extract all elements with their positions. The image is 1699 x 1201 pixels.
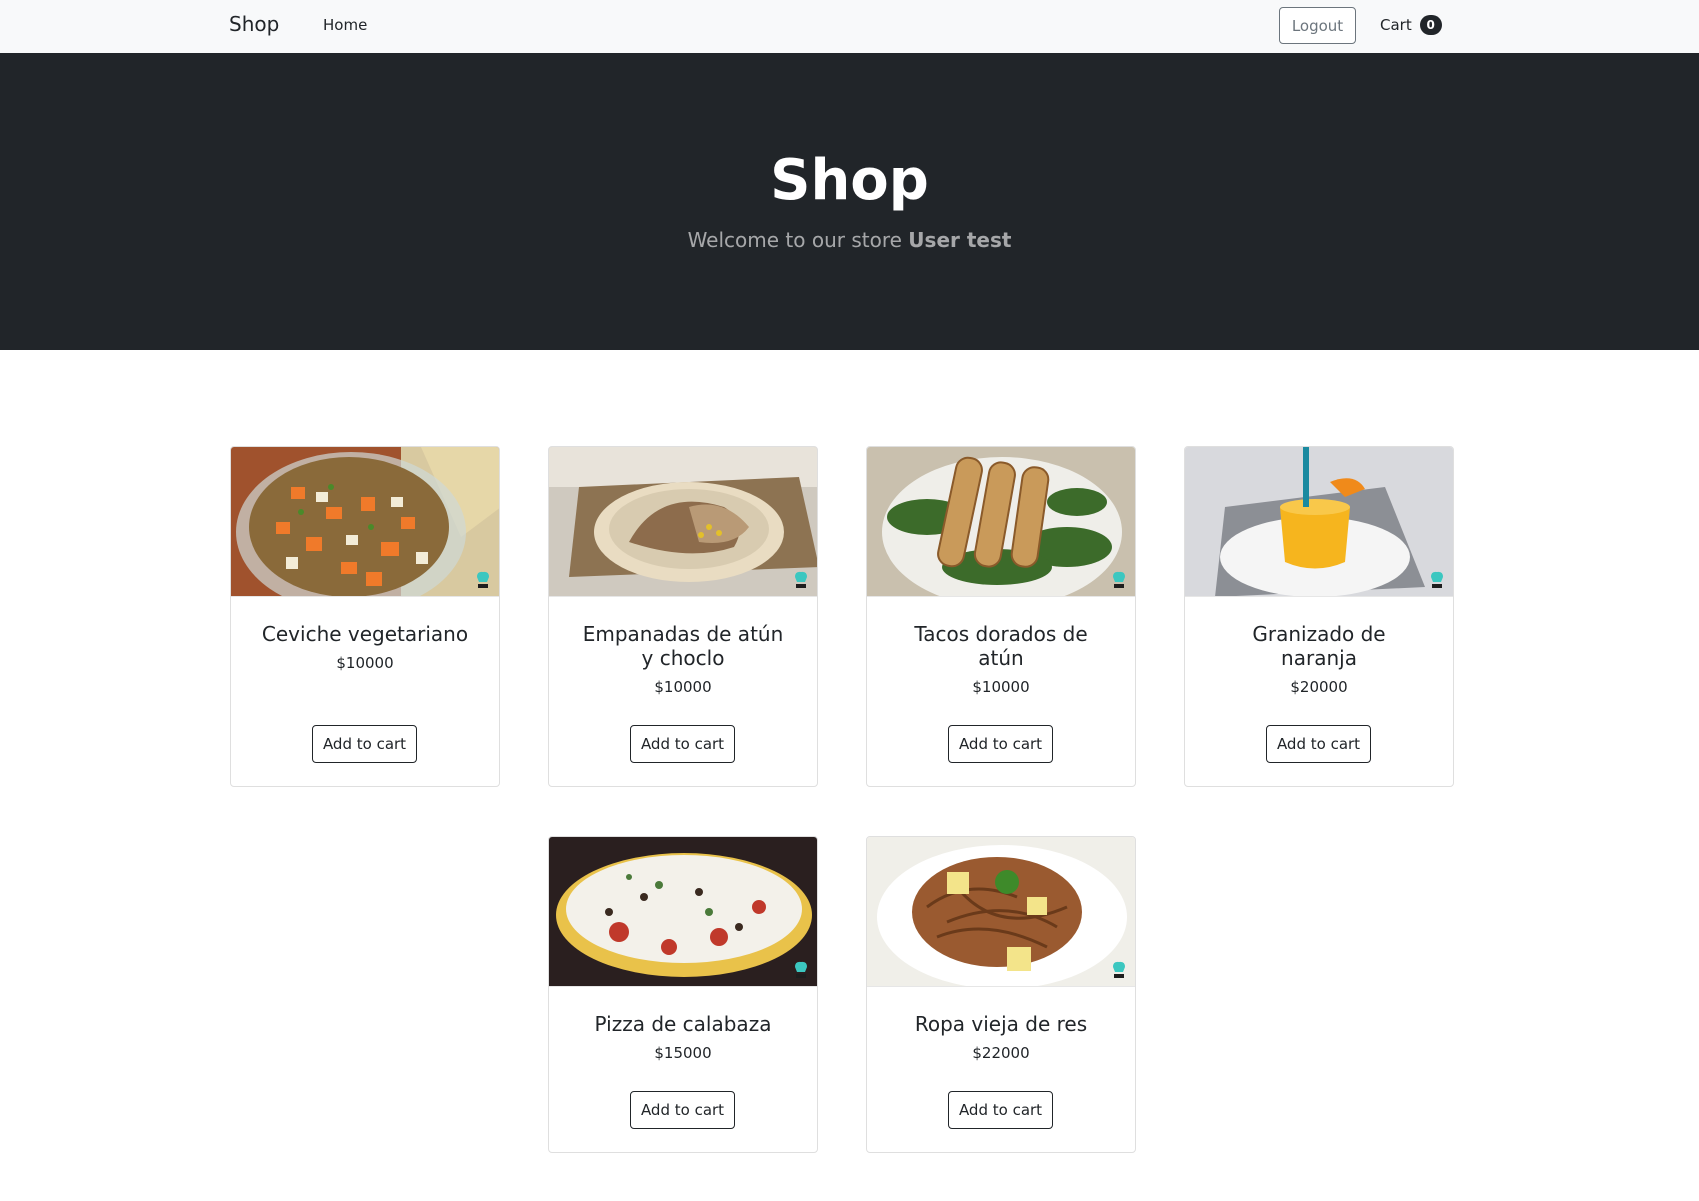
logout-button[interactable]: Logout [1279, 7, 1356, 44]
product-name: Granizado de naranja [1252, 622, 1386, 670]
chef-hat-icon [795, 961, 807, 978]
product-price: $22000 [972, 1044, 1030, 1062]
product-card: Tacos dorados de atún $10000 Add to cart [866, 446, 1136, 787]
add-to-cart-button[interactable]: Add to cart [948, 725, 1053, 763]
product-price: $20000 [1290, 678, 1348, 696]
granizado-image[interactable] [1185, 447, 1453, 597]
chef-hat-icon [795, 571, 807, 588]
pizza-image[interactable] [549, 837, 817, 987]
brand-link[interactable]: Shop [229, 12, 279, 36]
product-card: Ceviche vegetariano $10000 Add to cart [230, 446, 500, 787]
cart-count-badge: 0 [1419, 15, 1442, 35]
add-to-cart-button[interactable]: Add to cart [948, 1091, 1053, 1129]
chef-hat-icon [1431, 571, 1443, 588]
add-to-cart-button[interactable]: Add to cart [630, 1091, 735, 1129]
product-card: Empanadas de atún y choclo $10000 Add to… [548, 446, 818, 787]
empanadas-image[interactable] [549, 447, 817, 597]
product-price: $10000 [972, 678, 1030, 696]
product-price: $10000 [336, 654, 394, 672]
chef-hat-icon [1113, 961, 1125, 978]
product-name: Pizza de calabaza [594, 1012, 772, 1036]
add-to-cart-button[interactable]: Add to cart [1266, 725, 1371, 763]
product-card: Pizza de calabaza $15000 Add to cart [548, 836, 818, 1153]
product-price: $10000 [654, 678, 712, 696]
page-title: Shop [770, 148, 929, 213]
product-card: Ropa vieja de res $22000 Add to cart [866, 836, 1136, 1153]
welcome-subtitle: Welcome to our store User test [0, 228, 1699, 252]
product-price: $15000 [654, 1044, 712, 1062]
nav-home-link[interactable]: Home [323, 16, 367, 34]
ceviche-image[interactable] [231, 447, 499, 597]
tacos-image[interactable] [867, 447, 1135, 597]
chef-hat-icon [1113, 571, 1125, 588]
product-name: Ropa vieja de res [914, 1012, 1088, 1036]
product-name: Ceviche vegetariano [261, 622, 469, 646]
product-name: Tacos dorados de atún [914, 622, 1088, 670]
add-to-cart-button[interactable]: Add to cart [312, 725, 417, 763]
ropa-vieja-image[interactable] [867, 837, 1135, 987]
product-name: Empanadas de atún y choclo [582, 622, 784, 670]
add-to-cart-button[interactable]: Add to cart [630, 725, 735, 763]
user-name: User test [908, 228, 1012, 252]
navbar: Shop Home Logout Cart 0 [0, 0, 1699, 53]
hero-banner: Shop Welcome to our store User test [0, 53, 1699, 350]
welcome-text: Welcome to our store [687, 228, 902, 252]
chef-hat-icon [477, 571, 489, 588]
product-card: Granizado de naranja $20000 Add to cart [1184, 446, 1454, 787]
cart-link[interactable]: Cart 0 [1380, 15, 1442, 35]
cart-label: Cart [1380, 16, 1412, 34]
